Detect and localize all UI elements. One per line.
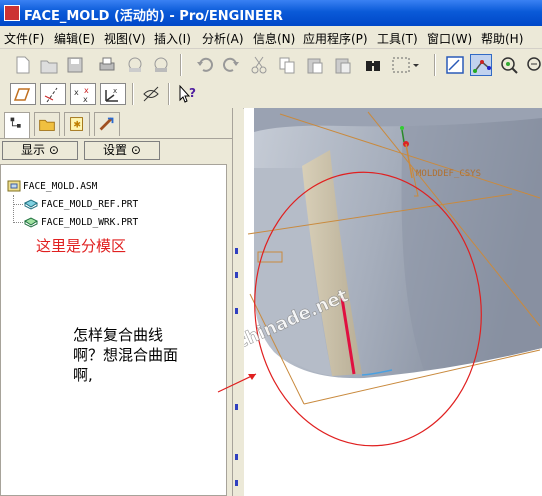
print-icon[interactable] [96, 54, 118, 76]
chevron-down-icon: ⊙ [48, 143, 59, 157]
cut-icon[interactable] [248, 54, 270, 76]
main-toolbar [0, 50, 542, 80]
menu-analysis[interactable]: 分析(A) [202, 30, 244, 47]
save-icon[interactable] [64, 54, 86, 76]
datum-plane-icon[interactable] [10, 83, 36, 105]
menu-view[interactable]: 视图(V) [104, 30, 146, 47]
binoculars-icon[interactable] [362, 54, 384, 76]
sash-marker [235, 404, 238, 410]
redo-icon[interactable] [220, 54, 242, 76]
window-title: FACE_MOLD (活动的) - Pro/ENGINEER [24, 9, 283, 24]
email-icon[interactable] [124, 54, 146, 76]
tree-connector [13, 195, 15, 223]
menu-insert[interactable]: 插入(I) [154, 30, 191, 47]
settings-dropdown-label: 设置 [103, 143, 128, 157]
whats-this-icon[interactable]: ? [176, 83, 198, 105]
graphics-window[interactable]: MOLDDEF_CSYS bbs.chinade.net [244, 108, 542, 496]
menu-applications[interactable]: 应用程序(P) [303, 30, 368, 47]
new-icon[interactable] [12, 54, 34, 76]
sash-marker [235, 480, 238, 486]
regenerate-icon[interactable] [498, 54, 520, 76]
csys-label: MOLDDEF_CSYS [416, 169, 481, 179]
show-dropdown-label: 显示 [21, 143, 46, 157]
toolbar-separator [132, 83, 134, 105]
menu-edit[interactable]: 编辑(E) [54, 30, 95, 47]
question-line: 啊, [73, 366, 93, 384]
sash-marker [235, 248, 238, 254]
datum-toolbar: xxx x ? [0, 80, 542, 109]
assembly-icon [7, 180, 21, 195]
workpiece-icon [23, 216, 39, 231]
annotation-arrow [217, 373, 257, 393]
tree-item-ref-part[interactable]: FACE_MOLD_REF.PRT [41, 199, 138, 210]
coord-sys-icon[interactable]: x [100, 83, 126, 105]
datum-point-icon[interactable] [470, 54, 492, 76]
model-view: MOLDDEF_CSYS bbs.chinade.net [244, 108, 542, 447]
copy-icon[interactable] [276, 54, 298, 76]
model-tree-panel: ✱ 显示 ⊙ 设置 ⊙ FACE_MOLD.ASM FACE_MOLD_REF.… [0, 108, 232, 496]
toolbar-separator [434, 54, 436, 76]
sash-marker [235, 272, 238, 278]
paste-special-icon[interactable] [332, 54, 354, 76]
email-attach-icon[interactable] [150, 54, 172, 76]
menu-bar: 文件(F) 编辑(E) 视图(V) 插入(I) 分析(A) 信息(N) 应用程序… [0, 26, 542, 49]
menu-file[interactable]: 文件(F) [4, 30, 44, 47]
show-dropdown[interactable]: 显示 ⊙ [2, 141, 78, 160]
datum-axis-icon[interactable] [40, 83, 66, 105]
sash-marker [235, 308, 238, 314]
panel-tabs: ✱ [0, 108, 232, 139]
title-bar: FACE_MOLD (活动的) - Pro/ENGINEER [0, 0, 542, 26]
zoom-icon[interactable] [524, 54, 542, 76]
svg-text:?: ? [189, 86, 196, 100]
settings-dropdown[interactable]: 设置 ⊙ [84, 141, 160, 160]
tree-item-assembly[interactable]: FACE_MOLD.ASM [23, 181, 97, 192]
toolbar-separator [180, 54, 182, 76]
chevron-down-icon: ⊙ [130, 143, 141, 157]
mold-side-face [401, 108, 542, 370]
question-line: 怎样复合曲线 [73, 326, 164, 344]
svg-text:x: x [83, 95, 88, 104]
paste-icon[interactable] [304, 54, 326, 76]
svg-text:x: x [113, 87, 117, 95]
spin-center-icon[interactable] [140, 83, 162, 105]
tab-folder-browser[interactable] [34, 112, 60, 136]
tab-favorites[interactable]: ✱ [64, 112, 90, 136]
menu-tools[interactable]: 工具(T) [377, 30, 418, 47]
menu-info[interactable]: 信息(N) [253, 30, 295, 47]
panel-sash[interactable] [232, 108, 243, 496]
svg-text:✱: ✱ [73, 120, 81, 131]
undo-icon[interactable] [194, 54, 216, 76]
question-note: 怎样复合曲线 啊？想混合曲面 啊, [73, 325, 178, 385]
svg-text:x: x [84, 86, 89, 95]
select-box-icon[interactable] [390, 54, 420, 76]
tree-connector [13, 222, 23, 223]
tree-connector [13, 204, 23, 205]
menu-help[interactable]: 帮助(H) [481, 30, 523, 47]
submodel-area-note: 这里是分模区 [36, 237, 127, 255]
part-icon [23, 198, 39, 213]
app-icon[interactable] [4, 5, 20, 21]
menu-window[interactable]: 窗口(W) [427, 30, 472, 47]
toolbar-separator [168, 83, 170, 105]
sash-marker [235, 454, 238, 460]
csys-y-point [400, 126, 404, 130]
tab-connections[interactable] [94, 112, 120, 136]
sketch-icon[interactable] [444, 54, 466, 76]
open-icon[interactable] [38, 54, 60, 76]
question-line: 啊？想混合曲面 [73, 346, 179, 364]
tree-item-workpiece[interactable]: FACE_MOLD_WRK.PRT [41, 217, 138, 228]
datum-point-display-icon[interactable]: xxx [70, 83, 96, 105]
tab-model-tree[interactable] [4, 112, 30, 138]
svg-text:x: x [74, 88, 79, 97]
